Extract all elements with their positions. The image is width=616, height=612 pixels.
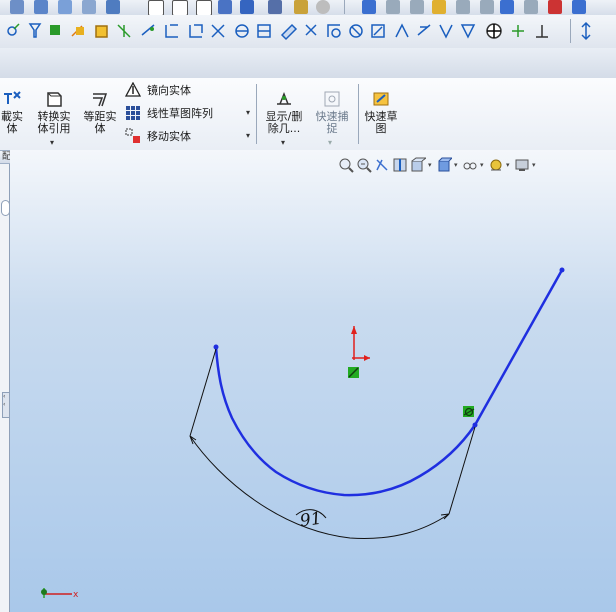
dimension-value[interactable]: 91 (299, 509, 323, 532)
endpoint-line-end[interactable] (559, 267, 565, 273)
origin-relation-icon[interactable] (348, 367, 359, 378)
endpoint-arc-start[interactable] (213, 344, 219, 350)
sketch-arc[interactable] (214, 346, 477, 497)
angle-dimension[interactable] (189, 348, 476, 539)
sketch-origin (351, 326, 370, 361)
endpoint-tangent[interactable] (472, 422, 478, 428)
sketch-line[interactable] (473, 269, 564, 426)
tangent-relation-icon[interactable] (463, 406, 475, 417)
